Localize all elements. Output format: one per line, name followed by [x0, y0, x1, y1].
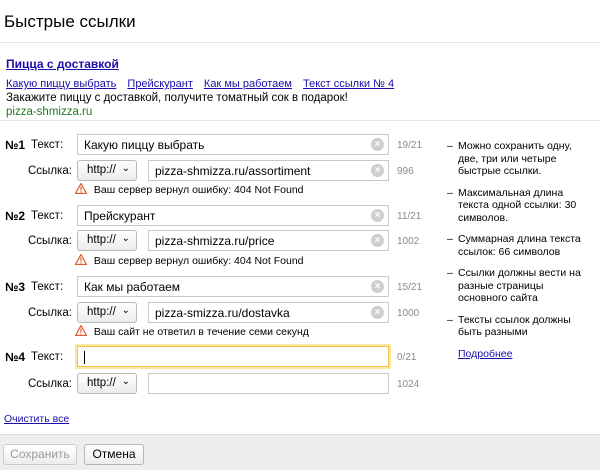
clear-icon[interactable]: ×: [371, 164, 384, 177]
error-message: Ваш сайт не ответил в течение семи секун…: [93, 326, 309, 338]
link-1-error: Ваш сервер вернул ошибку: 404 Not Found: [74, 182, 304, 196]
clear-icon[interactable]: ×: [371, 209, 384, 222]
link-1-text-input[interactable]: Какую пиццу выбрать ×: [77, 134, 389, 155]
link-2-error: Ваш сервер вернул ошибку: 404 Not Found: [74, 253, 304, 267]
link-2-text-row: №2 Текст: Прейскурант × 11/21: [0, 205, 440, 229]
input-value: pizza-shmizza.ru/assortiment: [155, 164, 311, 178]
more-info-link[interactable]: Подробнее: [458, 348, 512, 360]
link-3-url-input[interactable]: pizza-smizza.ru/dostavka ×: [148, 302, 389, 323]
link-2-url-row: Ссылка: http:// ⌄ pizza-shmizza.ru/price…: [0, 230, 440, 254]
dialog-title: Быстрые ссылки: [4, 12, 136, 31]
clear-icon[interactable]: ×: [371, 306, 384, 319]
link-number: №1: [5, 138, 26, 152]
link-1-url-row: Ссылка: http:// ⌄ pizza-shmizza.ru/assor…: [0, 160, 440, 184]
warning-icon: [74, 324, 88, 337]
link-4-text-row: №4 Текст: 0/21: [0, 346, 440, 370]
char-counter: 1024: [397, 379, 420, 390]
snippet-preview: Пицца с доставкой Какую пиццу выбрать Пр…: [6, 55, 586, 118]
input-value: pizza-shmizza.ru/price: [155, 234, 275, 248]
tip-item: Тексты ссылок должны быть разными: [447, 314, 592, 339]
text-label: Текст:: [31, 281, 64, 293]
preview-link-1[interactable]: Какую пиццу выбрать: [6, 78, 116, 90]
input-value: Прейскурант: [84, 209, 156, 223]
input-value: Как мы работаем: [84, 280, 181, 294]
text-label: Текст:: [31, 210, 64, 222]
link-4-text-input[interactable]: [77, 346, 389, 367]
link-3-error: Ваш сайт не ответил в течение семи секун…: [74, 324, 309, 338]
error-message: Ваш сервер вернул ошибку: 404 Not Found: [93, 184, 304, 196]
chevron-down-icon: ⌄: [121, 163, 130, 174]
warning-icon: [74, 253, 88, 266]
char-counter: 1002: [397, 236, 420, 247]
link-number: №4: [5, 350, 26, 364]
link-4-url-row: Ссылка: http:// ⌄ 1024: [0, 373, 440, 397]
save-button[interactable]: Сохранить: [3, 444, 77, 465]
input-value: pizza-smizza.ru/dostavka: [155, 306, 290, 320]
clear-icon[interactable]: ×: [371, 138, 384, 151]
char-counter: 0/21: [397, 352, 417, 363]
char-counter: 19/21: [397, 140, 423, 151]
clear-icon[interactable]: ×: [371, 280, 384, 293]
link-1-url-input[interactable]: pizza-shmizza.ru/assortiment ×: [148, 160, 389, 181]
text-label: Текст:: [31, 351, 64, 363]
char-counter: 1000: [397, 308, 420, 319]
link-label: Ссылка:: [28, 235, 72, 247]
chevron-down-icon: ⌄: [121, 233, 130, 244]
dialog-footer: Сохранить Отмена: [0, 434, 600, 470]
link-label: Ссылка:: [28, 307, 72, 319]
protocol-select[interactable]: http:// ⌄: [77, 302, 137, 323]
preview-title-link[interactable]: Пицца с доставкой: [6, 57, 119, 71]
link-4-url-input[interactable]: [148, 373, 389, 394]
char-counter: 15/21: [397, 282, 423, 293]
input-value: Какую пиццу выбрать: [84, 138, 205, 152]
preview-quick-links: Какую пиццу выбрать Прейскурант Как мы р…: [6, 78, 586, 90]
error-message: Ваш сервер вернул ошибку: 404 Not Found: [93, 255, 304, 267]
link-3-url-row: Ссылка: http:// ⌄ pizza-smizza.ru/dostav…: [0, 302, 440, 326]
text-label: Текст:: [31, 139, 64, 151]
clear-icon[interactable]: ×: [371, 234, 384, 247]
preview-description: Закажите пиццу с доставкой, получите том…: [6, 92, 348, 104]
chevron-down-icon: ⌄: [121, 305, 130, 316]
protocol-select[interactable]: http:// ⌄: [77, 373, 137, 394]
link-label: Ссылка:: [28, 378, 72, 390]
chevron-down-icon: ⌄: [121, 376, 130, 387]
divider: [0, 120, 600, 121]
link-2-url-input[interactable]: pizza-shmizza.ru/price ×: [148, 230, 389, 251]
clear-all-link[interactable]: Очистить все: [4, 413, 69, 425]
help-sidebar: Можно сохранить одну, две, три или четыр…: [447, 140, 592, 360]
preview-url: pizza-shmizza.ru: [6, 106, 93, 118]
cancel-button[interactable]: Отмена: [84, 444, 144, 465]
link-number: №2: [5, 209, 26, 223]
divider: [0, 42, 600, 43]
tip-item: Суммарная длина текста ссылок: 66 символ…: [447, 233, 592, 258]
protocol-select[interactable]: http:// ⌄: [77, 160, 137, 181]
preview-link-3[interactable]: Как мы работаем: [204, 78, 292, 90]
tip-item: Максимальная длина текста одной ссылки: …: [447, 187, 592, 225]
link-label: Ссылка:: [28, 165, 72, 177]
warning-icon: [74, 182, 88, 195]
text-caret: [84, 351, 85, 365]
protocol-select[interactable]: http:// ⌄: [77, 230, 137, 251]
tip-item: Ссылки должны вести на разные страницы о…: [447, 267, 592, 305]
char-counter: 996: [397, 166, 414, 177]
link-1-text-row: №1 Текст: Какую пиццу выбрать × 19/21: [0, 134, 440, 158]
link-2-text-input[interactable]: Прейскурант ×: [77, 205, 389, 226]
preview-link-4[interactable]: Текст ссылки № 4: [303, 78, 394, 90]
char-counter: 11/21: [397, 211, 422, 222]
link-number: №3: [5, 280, 26, 294]
link-3-text-row: №3 Текст: Как мы работаем × 15/21: [0, 276, 440, 300]
link-3-text-input[interactable]: Как мы работаем ×: [77, 276, 389, 297]
tip-item: Можно сохранить одну, две, три или четыр…: [447, 140, 592, 178]
preview-link-2[interactable]: Прейскурант: [127, 78, 192, 90]
